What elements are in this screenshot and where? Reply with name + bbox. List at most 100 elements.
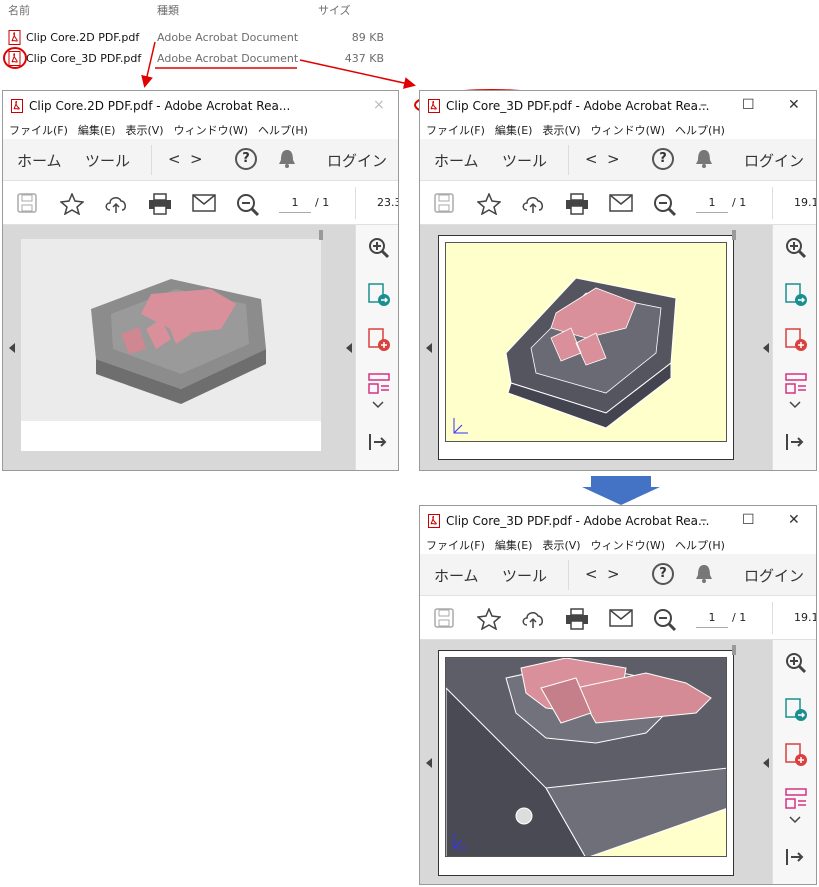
zoom-in-icon[interactable] bbox=[785, 237, 807, 259]
menu-file[interactable]: ファイル(F) bbox=[426, 537, 485, 553]
export-pdf-icon[interactable] bbox=[368, 283, 390, 307]
cloud-upload-icon[interactable] bbox=[521, 608, 545, 630]
document-view[interactable] bbox=[420, 225, 772, 470]
menu-edit[interactable]: 編集(E) bbox=[495, 537, 533, 553]
menu-window[interactable]: ウィンドウ(W) bbox=[591, 537, 665, 553]
organize-pages-icon[interactable] bbox=[368, 373, 390, 395]
menu-help[interactable]: ヘルプ(H) bbox=[675, 122, 725, 138]
menu-window[interactable]: ウィンドウ(W) bbox=[591, 122, 665, 138]
maximize-button[interactable]: ☐ bbox=[742, 512, 755, 528]
tools-tab[interactable]: ツール bbox=[85, 150, 130, 171]
collapse-pane-icon[interactable] bbox=[368, 433, 388, 451]
minimize-button[interactable]: – bbox=[700, 97, 707, 113]
organize-pages-icon[interactable] bbox=[785, 373, 807, 395]
star-icon[interactable] bbox=[477, 193, 501, 215]
menu-window[interactable]: ウィンドウ(W) bbox=[174, 122, 248, 138]
print-icon[interactable] bbox=[565, 193, 589, 215]
document-view[interactable] bbox=[420, 640, 772, 884]
bell-icon[interactable] bbox=[695, 149, 713, 169]
menu-view[interactable]: 表示(V) bbox=[542, 537, 580, 553]
zoom-in-icon[interactable] bbox=[785, 652, 807, 674]
left-pane-toggle-icon[interactable] bbox=[426, 758, 432, 768]
mail-icon[interactable] bbox=[609, 193, 633, 213]
help-icon[interactable]: ? bbox=[652, 563, 674, 585]
mail-icon[interactable] bbox=[609, 608, 633, 628]
zoom-level[interactable]: 19.1 bbox=[794, 611, 816, 624]
save-icon[interactable] bbox=[17, 193, 37, 213]
export-pdf-icon[interactable] bbox=[785, 283, 807, 307]
bell-icon[interactable] bbox=[695, 564, 713, 584]
organize-pages-icon[interactable] bbox=[785, 788, 807, 810]
login-button[interactable]: ログイン bbox=[327, 150, 387, 171]
acrobat-window-2d[interactable]: Clip Core.2D PDF.pdf - Adobe Acrobat Rea… bbox=[2, 90, 399, 471]
zoom-out-icon[interactable] bbox=[653, 608, 677, 632]
menu-edit[interactable]: 編集(E) bbox=[78, 122, 116, 138]
document-view[interactable] bbox=[3, 225, 355, 470]
zoom-in-icon[interactable] bbox=[368, 237, 390, 259]
cloud-upload-icon[interactable] bbox=[521, 193, 545, 215]
acrobat-window-3d[interactable]: Clip Core_3D PDF.pdf - Adobe Acrobat Rea… bbox=[419, 90, 817, 471]
right-pane-toggle-icon[interactable] bbox=[763, 343, 769, 353]
print-icon[interactable] bbox=[565, 608, 589, 630]
tools-tab[interactable]: ツール bbox=[502, 150, 547, 171]
right-pane-toggle-icon[interactable] bbox=[346, 343, 352, 353]
chevron-down-icon[interactable] bbox=[372, 401, 384, 409]
left-pane-toggle-icon[interactable] bbox=[426, 343, 432, 353]
chevron-down-icon[interactable] bbox=[789, 816, 801, 824]
page-number-input[interactable]: 1 bbox=[696, 608, 728, 628]
login-button[interactable]: ログイン bbox=[744, 150, 804, 171]
print-icon[interactable] bbox=[148, 193, 172, 215]
prev-tab-button[interactable]: < bbox=[585, 150, 598, 168]
home-tab[interactable]: ホーム bbox=[17, 150, 62, 171]
save-icon[interactable] bbox=[434, 608, 454, 628]
cloud-upload-icon[interactable] bbox=[104, 193, 128, 215]
page-total: / 1 bbox=[315, 196, 330, 209]
menu-help[interactable]: ヘルプ(H) bbox=[258, 122, 308, 138]
tools-tab[interactable]: ツール bbox=[502, 565, 547, 586]
page-number-input[interactable]: 1 bbox=[279, 193, 311, 213]
zoom-out-icon[interactable] bbox=[653, 193, 677, 217]
bell-icon[interactable] bbox=[278, 149, 296, 169]
left-pane-toggle-icon[interactable] bbox=[9, 343, 15, 353]
close-button[interactable]: ✕ bbox=[788, 512, 800, 528]
next-tab-button[interactable]: > bbox=[607, 565, 620, 583]
minimize-button[interactable]: – bbox=[700, 512, 707, 528]
acrobat-window-3d-zoomed[interactable]: Clip Core_3D PDF.pdf - Adobe Acrobat Rea… bbox=[419, 505, 817, 885]
close-button[interactable]: × bbox=[373, 97, 385, 113]
close-button[interactable]: ✕ bbox=[788, 97, 800, 113]
chevron-down-icon[interactable] bbox=[789, 401, 801, 409]
star-icon[interactable] bbox=[477, 608, 501, 630]
page-number-input[interactable]: 1 bbox=[696, 193, 728, 213]
menu-view[interactable]: 表示(V) bbox=[542, 122, 580, 138]
menu-file[interactable]: ファイル(F) bbox=[9, 122, 68, 138]
zoom-out-icon[interactable] bbox=[236, 193, 260, 217]
menu-help[interactable]: ヘルプ(H) bbox=[675, 537, 725, 553]
help-icon[interactable]: ? bbox=[652, 148, 674, 170]
home-tab[interactable]: ホーム bbox=[434, 565, 479, 586]
help-icon[interactable]: ? bbox=[235, 148, 257, 170]
create-pdf-icon[interactable] bbox=[368, 328, 390, 352]
collapse-pane-icon[interactable] bbox=[785, 848, 805, 866]
create-pdf-icon[interactable] bbox=[785, 743, 807, 767]
collapse-pane-icon[interactable] bbox=[785, 433, 805, 451]
home-tab[interactable]: ホーム bbox=[434, 150, 479, 171]
next-tab-button[interactable]: > bbox=[607, 150, 620, 168]
right-pane-toggle-icon[interactable] bbox=[763, 758, 769, 768]
login-button[interactable]: ログイン bbox=[744, 565, 804, 586]
menu-file[interactable]: ファイル(F) bbox=[426, 122, 485, 138]
clip-core-3d-model-zoomed[interactable] bbox=[446, 658, 727, 857]
mail-icon[interactable] bbox=[192, 193, 216, 213]
zoom-level[interactable]: 23.3 bbox=[377, 196, 398, 209]
menu-view[interactable]: 表示(V) bbox=[125, 122, 163, 138]
next-tab-button[interactable]: > bbox=[190, 150, 203, 168]
prev-tab-button[interactable]: < bbox=[168, 150, 181, 168]
zoom-level[interactable]: 19.1 bbox=[794, 196, 816, 209]
clip-core-3d-model[interactable] bbox=[446, 243, 728, 443]
create-pdf-icon[interactable] bbox=[785, 328, 807, 352]
maximize-button[interactable]: ☐ bbox=[742, 97, 755, 113]
menu-edit[interactable]: 編集(E) bbox=[495, 122, 533, 138]
prev-tab-button[interactable]: < bbox=[585, 565, 598, 583]
save-icon[interactable] bbox=[434, 193, 454, 213]
export-pdf-icon[interactable] bbox=[785, 698, 807, 722]
star-icon[interactable] bbox=[60, 193, 84, 215]
